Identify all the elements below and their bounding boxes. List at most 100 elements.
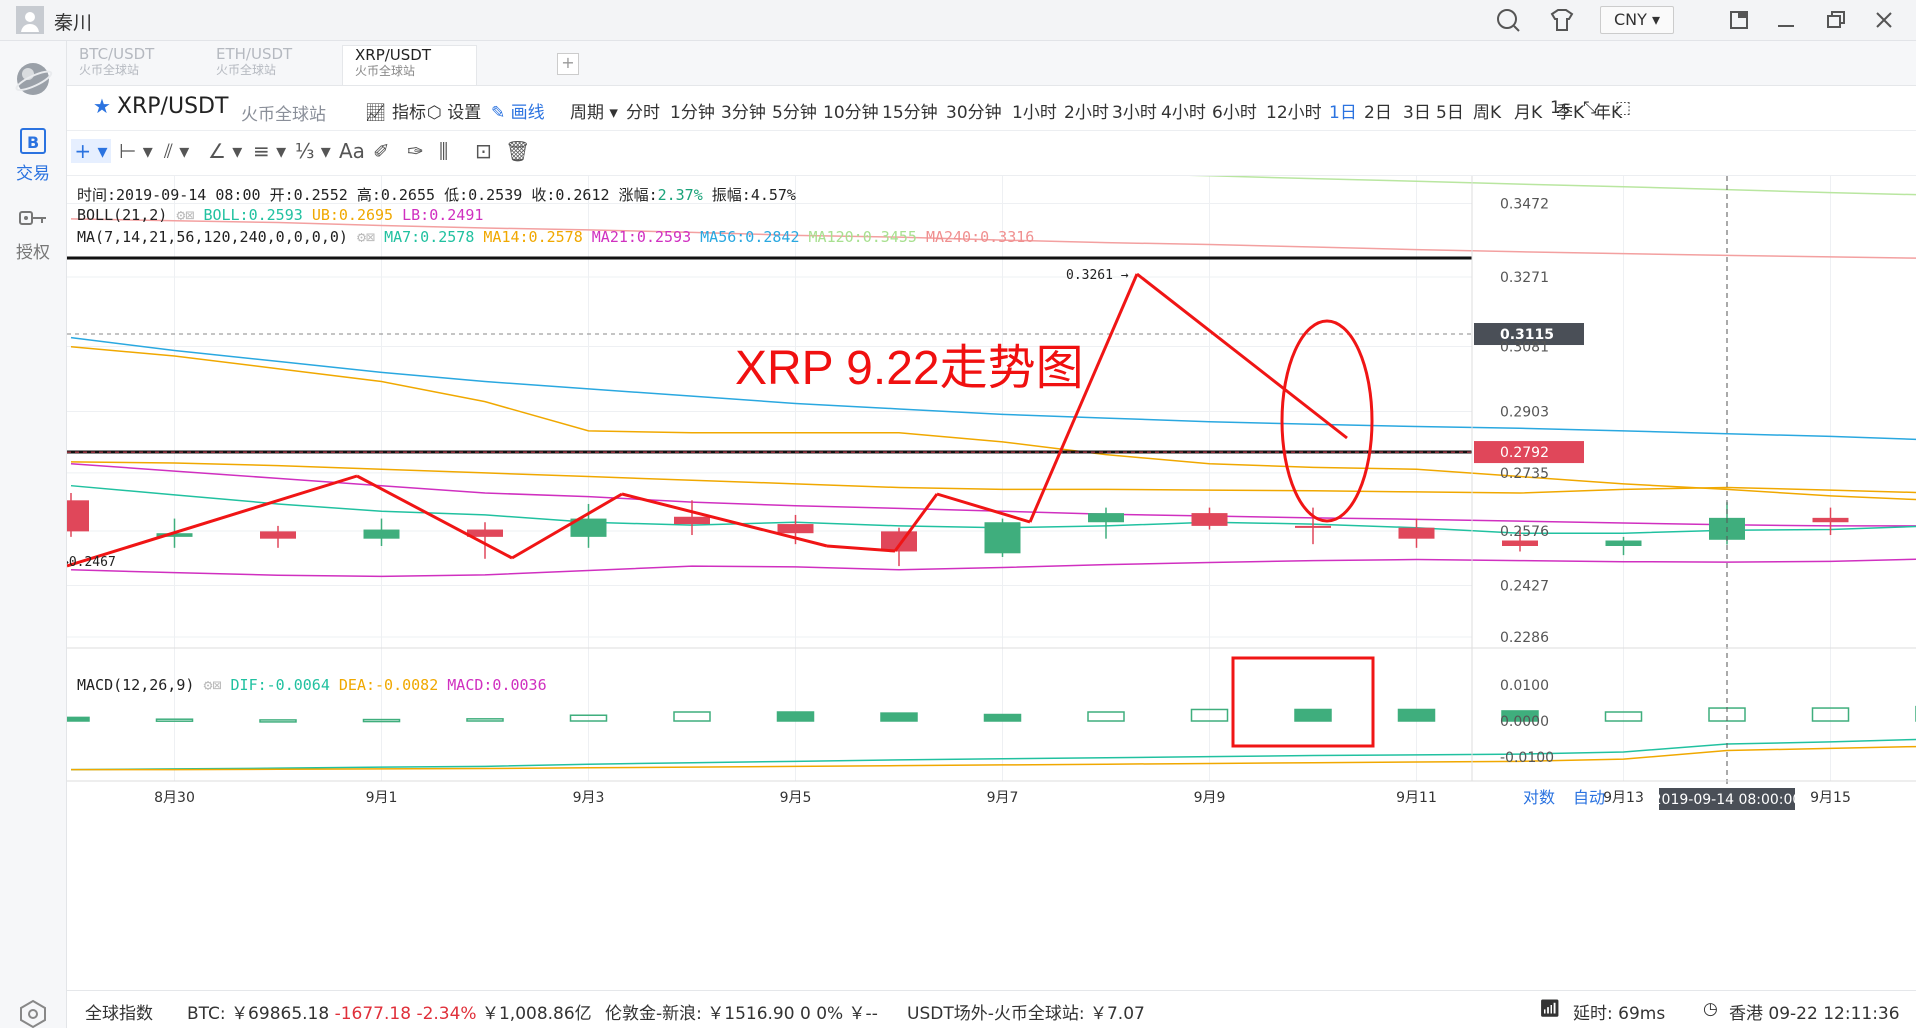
- period-9[interactable]: 3小时: [1112, 98, 1157, 123]
- candle-body: [1812, 517, 1849, 523]
- sidebar-item-trade[interactable]: B 交易: [0, 127, 66, 184]
- close-value: 0.2612: [555, 186, 610, 204]
- shirt-icon[interactable]: [1548, 6, 1576, 34]
- window-restore-icon[interactable]: [1726, 6, 1754, 34]
- period-6[interactable]: 30分钟: [946, 98, 1002, 123]
- screenshot-icon[interactable]: ⬚: [1615, 98, 1631, 118]
- ohlc-info: 时间:2019-09-14 08:00 开:0.2552 高:0.2655 低:…: [77, 184, 796, 205]
- text-tool[interactable]: Aa: [339, 139, 365, 163]
- period-2[interactable]: 3分钟: [721, 98, 766, 123]
- settings-hex-icon[interactable]: [18, 999, 48, 1029]
- parallel-icon[interactable]: ≡ ▾: [253, 139, 286, 163]
- ruler-icon[interactable]: ✐: [373, 139, 390, 163]
- amplitude-value: 4.57%: [750, 186, 796, 204]
- candle-body: [1502, 540, 1538, 546]
- pencil-icon: ✎: [491, 103, 506, 123]
- symbol-title[interactable]: ★ XRP/USDT: [93, 94, 228, 119]
- candle-body: [1191, 513, 1228, 526]
- ma21-value: MA21:0.2593: [591, 228, 692, 246]
- log-scale-button[interactable]: 对数: [1523, 788, 1555, 807]
- settings-button[interactable]: ⬡ 设置: [427, 98, 481, 123]
- dea-line: [71, 745, 1916, 771]
- time-tick-label: 9月7: [987, 790, 1019, 806]
- username[interactable]: 秦川: [54, 8, 92, 35]
- price-tick-label: 0.2576: [1500, 524, 1549, 540]
- trend-arrow: [1028, 273, 1139, 523]
- period-0[interactable]: 分时: [626, 98, 660, 123]
- horizontal-line-icon[interactable]: ⊢ ▾: [119, 139, 153, 163]
- peak-label: 0.3261 →: [1066, 268, 1129, 283]
- period-1[interactable]: 1分钟: [670, 98, 715, 123]
- period-8[interactable]: 2小时: [1064, 98, 1109, 123]
- macd-bar: [259, 719, 297, 723]
- period-10[interactable]: 4小时: [1161, 98, 1206, 123]
- ma7-line: [70, 484, 1916, 534]
- macd-bar: [466, 718, 504, 722]
- macd-tick-label: 0.0000: [1500, 714, 1549, 730]
- add-tab-button[interactable]: +: [557, 53, 579, 75]
- macd-bar: [776, 711, 815, 722]
- indicator-settings-icon[interactable]: ⚙: [357, 228, 366, 246]
- global-index-link[interactable]: 全球指数: [85, 999, 153, 1024]
- price-tick-label: 0.2903: [1500, 404, 1549, 420]
- fibonacci-icon[interactable]: ⅓ ▾: [295, 139, 331, 163]
- period-17[interactable]: 周K: [1473, 98, 1501, 123]
- period-18[interactable]: 月K: [1514, 98, 1542, 123]
- candle-icon[interactable]: ⫼: [439, 139, 448, 163]
- brush-icon[interactable]: ✑: [407, 139, 424, 163]
- latency: 延时: 69ms: [1573, 1004, 1666, 1024]
- period-11[interactable]: 6小时: [1212, 98, 1257, 123]
- period-3[interactable]: 5分钟: [772, 98, 817, 123]
- draw-button[interactable]: ✎ 画线: [491, 98, 545, 123]
- currency-select[interactable]: CNY ▾: [1600, 6, 1674, 34]
- tab-btc-usdt[interactable]: BTC/USDT 火币全球站: [67, 45, 202, 85]
- trash-icon[interactable]: 🗑︎: [505, 139, 530, 163]
- seconds-button[interactable]: 1s: [1550, 98, 1570, 118]
- period-14[interactable]: 2日: [1364, 98, 1392, 123]
- auto-scale-button[interactable]: 自动: [1573, 788, 1605, 807]
- tab-eth-usdt[interactable]: ETH/USDT 火币全球站: [204, 45, 339, 85]
- trend-line-icon[interactable]: ⫽ ▾: [164, 139, 189, 163]
- change-value: 2.37%: [657, 186, 703, 204]
- indicators-button[interactable]: 📈︎ 指标: [365, 98, 426, 123]
- crosshair-icon[interactable]: + ▾: [71, 139, 111, 163]
- change-label: 涨幅:: [618, 186, 658, 204]
- chart-area[interactable]: 0.31150.27920.3261 →→0.2467 0.34720.3271…: [67, 176, 1916, 974]
- fullscreen-icon[interactable]: ⤡: [1583, 98, 1597, 118]
- tab-pair: BTC/USDT: [79, 45, 155, 63]
- period-16[interactable]: 5日: [1436, 98, 1464, 123]
- star-icon[interactable]: ★: [93, 94, 111, 118]
- period-4[interactable]: 10分钟: [823, 98, 879, 123]
- candle-body: [363, 529, 400, 539]
- period-15[interactable]: 3日: [1403, 98, 1431, 123]
- key-icon: [19, 211, 46, 225]
- user-avatar-icon[interactable]: [16, 6, 44, 34]
- kline-chart[interactable]: 0.31150.27920.3261 →→0.2467 0.34720.3271…: [67, 176, 1916, 974]
- search-icon[interactable]: [1494, 6, 1522, 34]
- maximize-icon[interactable]: [1822, 6, 1850, 34]
- ub-value: UB:0.2695: [311, 206, 394, 224]
- period-13[interactable]: 1日: [1329, 98, 1357, 123]
- candle-body: [1088, 513, 1124, 523]
- candle-body: [260, 531, 296, 539]
- period-12[interactable]: 12小时: [1266, 98, 1322, 123]
- minimize-icon[interactable]: [1772, 6, 1800, 34]
- angle-icon[interactable]: ∠ ▾: [208, 139, 242, 163]
- tab-xrp-usdt[interactable]: XRP/USDT 火币全球站: [342, 45, 477, 85]
- sidebar-item-auth[interactable]: 授权: [0, 206, 66, 263]
- indicator-close-icon[interactable]: ⊠: [185, 206, 194, 224]
- period-dropdown[interactable]: 周期 ▾: [570, 98, 618, 123]
- macd-bar: [1087, 711, 1125, 722]
- btc-price: ￥69865.18: [231, 1004, 330, 1024]
- period-7[interactable]: 1小时: [1012, 98, 1057, 123]
- close-icon[interactable]: [1870, 6, 1898, 34]
- indicator-close-icon[interactable]: ⊠: [366, 228, 375, 246]
- time-label: 时间:: [77, 186, 117, 204]
- crosshair-time-label: 2019-09-14 08:00:00: [1653, 792, 1802, 808]
- tab-exchange: 火币全球站: [79, 63, 140, 77]
- indicator-close-icon[interactable]: ⊠: [212, 676, 221, 694]
- planet-logo-icon[interactable]: [13, 59, 53, 99]
- lock-icon[interactable]: ⊡: [475, 139, 492, 163]
- price-tick-label: 0.2427: [1500, 578, 1549, 594]
- period-5[interactable]: 15分钟: [882, 98, 938, 123]
